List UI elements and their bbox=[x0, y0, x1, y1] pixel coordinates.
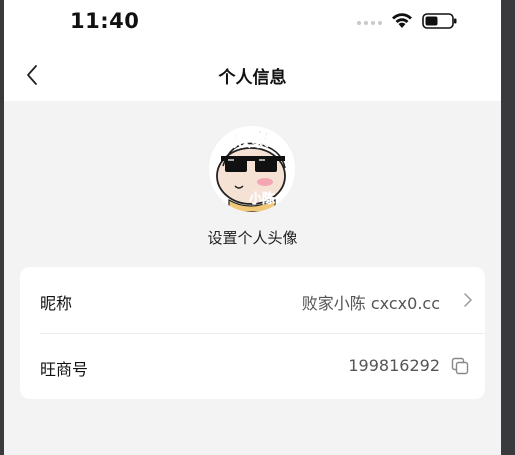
chevron-right-icon bbox=[464, 293, 472, 307]
wifi-icon bbox=[392, 13, 412, 28]
header: 11:40 个人信息 bbox=[4, 0, 501, 101]
avatar-text-bottom: 小陈 bbox=[249, 191, 275, 207]
signal-icon bbox=[357, 21, 382, 25]
battery-icon bbox=[422, 13, 457, 29]
set-avatar-link[interactable]: 设置个人头像 bbox=[4, 227, 501, 248]
wangshang-id-label: 旺商号 bbox=[40, 360, 89, 379]
wangshang-id-row: 旺商号 199816292 bbox=[20, 333, 485, 399]
avatar[interactable]: 败家 小陈 bbox=[209, 126, 295, 212]
status-time: 11:40 bbox=[70, 9, 140, 33]
nickname-label: 昵称 bbox=[40, 294, 73, 313]
copy-icon[interactable] bbox=[451, 357, 469, 375]
avatar-image: 败家 小陈 bbox=[209, 126, 295, 212]
phone-screen: 11:40 个人信息 败家 小陈 设置个人头像 昵称 败家小陈 cxcx0.cc… bbox=[4, 0, 501, 455]
page-title: 个人信息 bbox=[218, 68, 287, 88]
wangshang-id-value: 199816292 bbox=[348, 356, 440, 375]
nickname-value: 败家小陈 cxcx0.cc bbox=[301, 294, 440, 313]
profile-card: 昵称 败家小陈 cxcx0.cc 旺商号 199816292 bbox=[20, 267, 485, 399]
avatar-text-top: 败家 bbox=[233, 129, 270, 151]
nickname-row[interactable]: 昵称 败家小陈 cxcx0.cc bbox=[20, 267, 485, 333]
